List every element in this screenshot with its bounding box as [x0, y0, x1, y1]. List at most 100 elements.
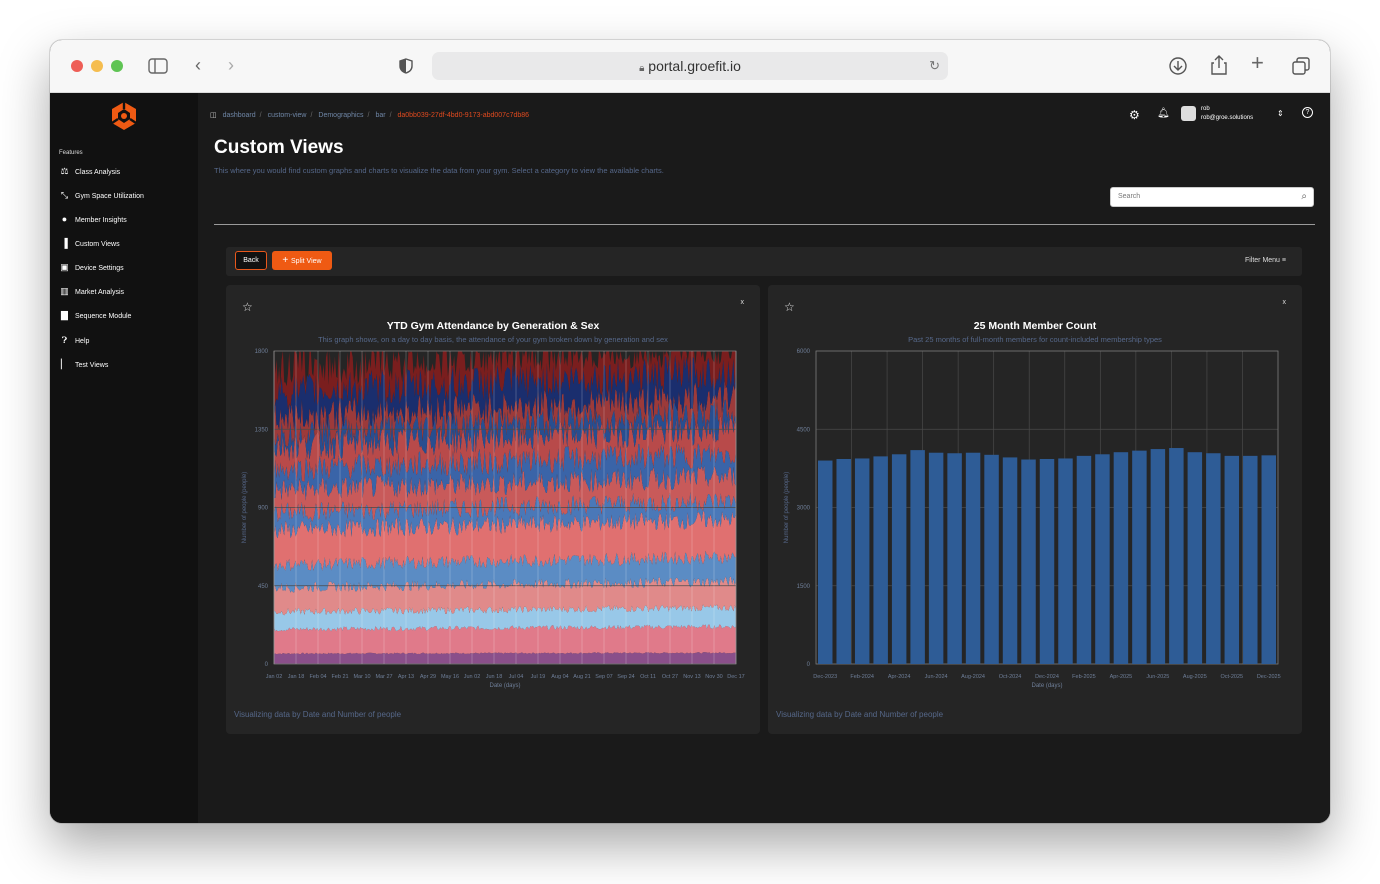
- back-button[interactable]: Back: [235, 251, 267, 270]
- download-icon[interactable]: [1168, 56, 1188, 76]
- x-tick-label: Aug-2025: [1183, 674, 1207, 680]
- filter-menu-button[interactable]: Filter Menu ≡: [1245, 257, 1286, 264]
- sidebar-item-gym-space-utilization[interactable]: ⤡ Gym Space Utilization: [59, 188, 194, 202]
- bar-chart-icon: ▐: [61, 238, 68, 248]
- x-tick-label: Jun-2024: [925, 674, 948, 680]
- sidebar-item-sequence-module[interactable]: ▇ Sequence Module: [59, 308, 194, 322]
- sidebar-toggle-icon[interactable]: [148, 58, 168, 74]
- bar: [1224, 455, 1240, 664]
- search-input[interactable]: Search ⌕: [1110, 187, 1314, 207]
- x-tick-label: Apr 29: [420, 674, 436, 680]
- bar: [1058, 458, 1073, 664]
- x-tick-label: Sep 07: [595, 674, 612, 680]
- bar: [1132, 450, 1147, 664]
- bar: [1002, 457, 1018, 664]
- chart-footer: Visualizing data by Date and Number of p…: [234, 710, 402, 719]
- sidebar-item-label: Gym Space Utilization: [75, 193, 144, 200]
- gear-icon[interactable]: ⚙: [1129, 108, 1140, 122]
- space-utilization-icon: ⤡: [60, 190, 69, 200]
- sidebar-item-label: Help: [75, 338, 90, 345]
- filter-menu-label: Filter Menu: [1244, 257, 1280, 264]
- reload-icon[interactable]: ↻: [929, 52, 940, 80]
- user-name: rob: [1201, 106, 1210, 112]
- close-card-button[interactable]: x: [1283, 299, 1287, 306]
- close-card-button[interactable]: x: [741, 299, 745, 306]
- sidebar-item-custom-views[interactable]: ▐ Custom Views: [59, 236, 194, 250]
- sidebar-item-label: Member Insights: [75, 217, 127, 224]
- minimize-window-button[interactable]: [91, 60, 103, 72]
- sidebar-item-market-analysis[interactable]: ▥ Market Analysis: [59, 284, 194, 298]
- split-view-button[interactable]: + Split View: [272, 251, 332, 270]
- y-tick-label: 6000: [797, 349, 811, 355]
- tabs-overview-icon[interactable]: [1292, 57, 1310, 75]
- y-tick-label: 900: [258, 506, 269, 512]
- breadcrumb-current: da0bb039-27df-4bd0-9173-abd007c7db86: [397, 112, 530, 119]
- split-view-label: Split View: [291, 258, 322, 265]
- bar: [873, 456, 888, 664]
- breadcrumb-item[interactable]: dashboard: [223, 112, 256, 119]
- search-icon[interactable]: ⌕: [1301, 188, 1307, 206]
- x-tick-label: Apr 13: [398, 674, 414, 680]
- y-tick-label: 0: [265, 662, 269, 668]
- new-tab-icon[interactable]: +: [1251, 52, 1264, 74]
- bar: [910, 450, 925, 664]
- x-tick-label: Nov 30: [705, 674, 722, 680]
- x-tick-label: Aug 21: [573, 674, 590, 680]
- shield-icon[interactable]: [399, 58, 413, 74]
- view-toolbar: Back + Split View Filter Menu ≡: [226, 247, 1302, 276]
- sidebar-item-member-insights[interactable]: ● Member Insights: [59, 212, 194, 226]
- chart-card-attendance: 0 450 900 1350 1800 Number of people (people)…: [226, 285, 760, 734]
- sliders-icon: ≡: [1281, 257, 1286, 264]
- forward-nav-icon[interactable]: ›: [228, 56, 234, 74]
- breadcrumb-item[interactable]: Demographics: [318, 112, 363, 119]
- sidebar-item-class-analysis[interactable]: ⚖ Class Analysis: [59, 164, 194, 178]
- breadcrumb-item[interactable]: bar: [375, 112, 385, 119]
- sidebar-item-label: Custom Views: [75, 241, 120, 248]
- class-analysis-icon: ⚖: [60, 166, 69, 176]
- share-icon[interactable]: [1210, 54, 1228, 76]
- breadcrumb: ◫ dashboard / custom-view / Demographics / …: [210, 112, 530, 119]
- favorite-star-icon[interactable]: ☆: [784, 300, 795, 314]
- y-tick-label: 3000: [797, 506, 811, 512]
- favorite-star-icon[interactable]: ☆: [242, 300, 253, 314]
- x-tick-label: Apr-2025: [1110, 674, 1133, 680]
- zoom-window-button[interactable]: [111, 60, 123, 72]
- sidebar-item-help[interactable]: ❓︎ Help: [59, 333, 194, 347]
- y-axis-label: Number of people (people): [784, 472, 790, 543]
- url-text: portal.groefit.io: [648, 58, 741, 74]
- chart-subtitle: Past 25 months of full-month members for…: [908, 335, 1162, 344]
- x-tick-label: Oct 11: [640, 674, 656, 680]
- avatar[interactable]: [1181, 106, 1196, 121]
- sidebar-item-test-views[interactable]: ▏ Test Views: [59, 357, 194, 371]
- groefit-logo[interactable]: [110, 101, 138, 131]
- features-heading: Features: [59, 150, 83, 156]
- bar: [1076, 455, 1092, 664]
- x-axis-label: Date (days): [1031, 683, 1062, 689]
- search-placeholder: Search: [1118, 193, 1141, 200]
- x-tick-label: Jun 02: [464, 674, 481, 680]
- sidebar-item-device-settings[interactable]: ▣ Device Settings: [59, 260, 194, 274]
- test-tube-icon: ▏: [61, 359, 68, 369]
- chart-card-member-count: 0 1500 3000 4500 6000 Number of people (peopl…: [768, 285, 1302, 734]
- bar: [891, 454, 907, 664]
- user-email: rob@groe.solutions: [1201, 115, 1254, 121]
- back-nav-icon[interactable]: ‹: [195, 56, 201, 74]
- bar: [1261, 455, 1276, 664]
- bar: [1021, 459, 1036, 664]
- help-circle-icon[interactable]: ?: [1302, 107, 1313, 118]
- sidebar-item-label: Class Analysis: [75, 169, 121, 176]
- x-tick-label: Dec 17: [727, 674, 744, 680]
- x-tick-label: Apr-2024: [888, 674, 911, 680]
- bar: [854, 458, 870, 664]
- x-tick-label: Feb 04: [309, 674, 326, 680]
- chart-footer: Visualizing data by Date and Number of p…: [776, 710, 944, 719]
- address-bar[interactable]: 🔒︎ portal.groefit.io ↻: [432, 52, 948, 80]
- breadcrumb-item[interactable]: custom-view: [268, 112, 307, 119]
- close-window-button[interactable]: [71, 60, 83, 72]
- x-tick-label: Feb-2024: [850, 674, 874, 680]
- bell-icon[interactable]: 🔔︎: [1157, 108, 1170, 119]
- chevron-updown-icon[interactable]: ⇕: [1277, 109, 1284, 118]
- y-tick-label: 1800: [255, 349, 269, 355]
- bar: [984, 454, 999, 664]
- panel-toggle-icon[interactable]: ◫: [210, 112, 217, 119]
